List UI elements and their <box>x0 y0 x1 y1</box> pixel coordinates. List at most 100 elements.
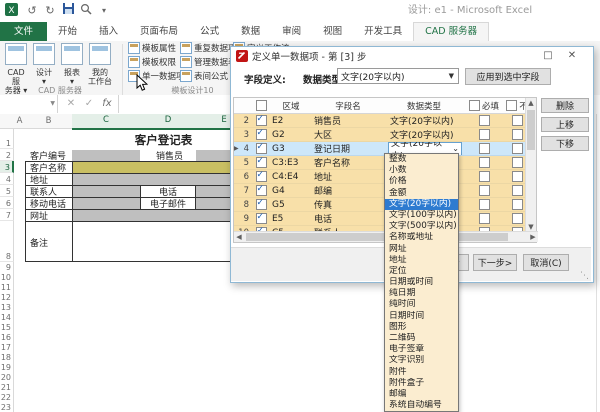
address-label[interactable]: 地址 <box>27 174 71 185</box>
salesperson-label[interactable]: 销售员 <box>140 150 196 161</box>
scroll-right-icon[interactable]: ▶ <box>529 233 537 241</box>
row-header-1[interactable]: 1 <box>0 129 14 149</box>
table-row[interactable]: 3 G2 大区 文字(20字以内) <box>234 128 536 142</box>
dialog-maximize-icon[interactable]: □ <box>539 48 557 63</box>
table-vscrollbar[interactable]: ▲ ▼ <box>525 98 536 232</box>
row-checkbox[interactable] <box>256 129 267 140</box>
no-checkbox[interactable] <box>512 199 523 210</box>
template-permissions-button[interactable]: 模板权限 <box>128 55 176 68</box>
next-step-button[interactable]: 下一步> <box>473 254 517 271</box>
dropdown-item[interactable]: 二维码 <box>385 333 458 344</box>
row-header-2[interactable]: 2 <box>0 149 14 161</box>
dropdown-item[interactable]: 文字识别 <box>385 355 458 366</box>
name-box-dropdown-icon[interactable]: ▼ <box>50 100 55 107</box>
no-checkbox[interactable] <box>512 115 523 126</box>
table-row[interactable]: 2 E2 销售员 文字(20字以内) <box>234 114 536 128</box>
dropdown-item[interactable]: 附件 <box>385 367 458 378</box>
excel-logo-icon[interactable]: X <box>3 3 19 19</box>
workbench-button[interactable]: 我的 工作台 <box>87 43 113 91</box>
dropdown-item[interactable]: 纯时间 <box>385 299 458 310</box>
notes-label[interactable]: 备注 <box>27 222 71 262</box>
report-button[interactable]: 报表 ▾ <box>59 43 85 91</box>
delete-button[interactable]: 删除 <box>541 98 589 113</box>
row-header[interactable]: 13 <box>0 302 14 312</box>
row-header[interactable]: 18 <box>0 352 14 362</box>
dropdown-item[interactable]: 文字(20字以内) <box>385 199 458 210</box>
col-header-area[interactable]: 区域 <box>270 98 310 113</box>
resize-grip[interactable]: ⋱ <box>580 271 589 281</box>
dropdown-item[interactable]: 地址 <box>385 255 458 266</box>
row-header[interactable]: 10 <box>0 272 14 282</box>
contact-label[interactable]: 联系人 <box>27 186 71 197</box>
save-icon[interactable] <box>60 3 76 19</box>
row-header[interactable]: 19 <box>0 362 14 372</box>
no-all-checkbox[interactable] <box>506 100 517 111</box>
row-checkbox[interactable] <box>256 143 267 154</box>
data-type-combobox[interactable]: 文字(20字以内) ▼ <box>337 68 459 84</box>
scroll-down-icon[interactable]: ▼ <box>526 223 536 231</box>
dialog-close-icon[interactable]: ✕ <box>563 48 581 63</box>
row-header-6[interactable]: 6 <box>0 197 14 209</box>
confirm-entry-icon[interactable]: ✓ <box>80 95 98 113</box>
ribbon-tab[interactable]: 开始 <box>47 22 88 41</box>
dropdown-item[interactable]: 图形 <box>385 322 458 333</box>
row-header[interactable]: 20 <box>0 372 14 382</box>
dropdown-item[interactable]: 邮编 <box>385 389 458 400</box>
row-header[interactable]: 9 <box>0 262 14 272</box>
required-checkbox[interactable] <box>479 185 490 196</box>
ribbon-tab[interactable]: 公式 <box>189 22 230 41</box>
required-checkbox[interactable] <box>479 129 490 140</box>
cad-server-button[interactable]: CAD 服 务器 ▾ <box>3 43 29 91</box>
no-checkbox[interactable] <box>512 129 523 140</box>
row-checkbox[interactable] <box>256 213 267 224</box>
ribbon-tab[interactable]: 页面布局 <box>129 22 189 41</box>
row-checkbox[interactable] <box>256 157 267 168</box>
row-header-5[interactable]: 5 <box>0 185 14 197</box>
required-checkbox[interactable] <box>479 199 490 210</box>
required-all-checkbox[interactable] <box>469 100 480 111</box>
row-header[interactable]: 22 <box>0 392 14 402</box>
intertable-formula-button[interactable]: 表间公式 <box>180 69 228 82</box>
no-checkbox[interactable] <box>512 171 523 182</box>
dropdown-item[interactable]: 电子签章 <box>385 344 458 355</box>
column-header-b[interactable]: B <box>25 114 73 129</box>
row-header[interactable]: 16 <box>0 332 14 342</box>
address-cell[interactable] <box>73 174 252 185</box>
col-header-type[interactable]: 数据类型 <box>386 98 462 113</box>
form-title[interactable]: 客户登记表 <box>72 131 252 149</box>
repeated-data-item-button[interactable]: 重复数据项 <box>180 41 237 54</box>
dropdown-item[interactable]: 定位 <box>385 266 458 277</box>
dropdown-item[interactable]: 系统自动编号 <box>385 400 458 411</box>
website-label[interactable]: 网址 <box>27 210 71 221</box>
col-header-required[interactable]: 必填 <box>462 98 506 113</box>
website-cell[interactable] <box>73 210 252 221</box>
required-checkbox[interactable] <box>479 115 490 126</box>
mobile-cell[interactable] <box>73 198 140 209</box>
dropdown-item[interactable]: 日期或时间 <box>385 277 458 288</box>
dropdown-item[interactable]: 文字(100字以内) <box>385 210 458 221</box>
vscroll-thumb[interactable] <box>527 110 535 150</box>
manage-data-tables-button[interactable]: 管理数据表 <box>180 55 237 68</box>
ribbon-tab[interactable]: 数据 <box>230 22 271 41</box>
move-down-button[interactable]: 下移 <box>541 136 589 151</box>
row-checkbox[interactable] <box>256 171 267 182</box>
print-preview-icon[interactable] <box>78 3 94 19</box>
name-box[interactable]: ▼ <box>0 95 58 113</box>
contact-cell[interactable] <box>73 186 140 197</box>
customer-no-label[interactable]: 客户编号 <box>27 150 71 161</box>
row-header[interactable]: 23 <box>0 402 14 412</box>
apply-to-selected-button[interactable]: 应用到选中字段 <box>465 68 551 85</box>
dropdown-item[interactable]: 价格 <box>385 176 458 187</box>
row-checkbox[interactable] <box>256 199 267 210</box>
customer-name-cell-selected[interactable] <box>73 162 252 173</box>
dropdown-item[interactable]: 日期时间 <box>385 311 458 322</box>
required-checkbox[interactable] <box>479 157 490 168</box>
qat-customize-icon[interactable]: ▾ <box>96 3 112 19</box>
dropdown-item[interactable]: 文字(500字以内) <box>385 221 458 232</box>
no-checkbox[interactable] <box>512 213 523 224</box>
design-button[interactable]: 设计 ▾ <box>31 43 57 91</box>
single-data-item-button[interactable]: 单一数据项 <box>128 69 185 82</box>
customer-name-label[interactable]: 客户名称 <box>27 162 71 173</box>
dropdown-item[interactable]: 金额 <box>385 188 458 199</box>
row-header-8[interactable]: 8 <box>0 221 14 262</box>
